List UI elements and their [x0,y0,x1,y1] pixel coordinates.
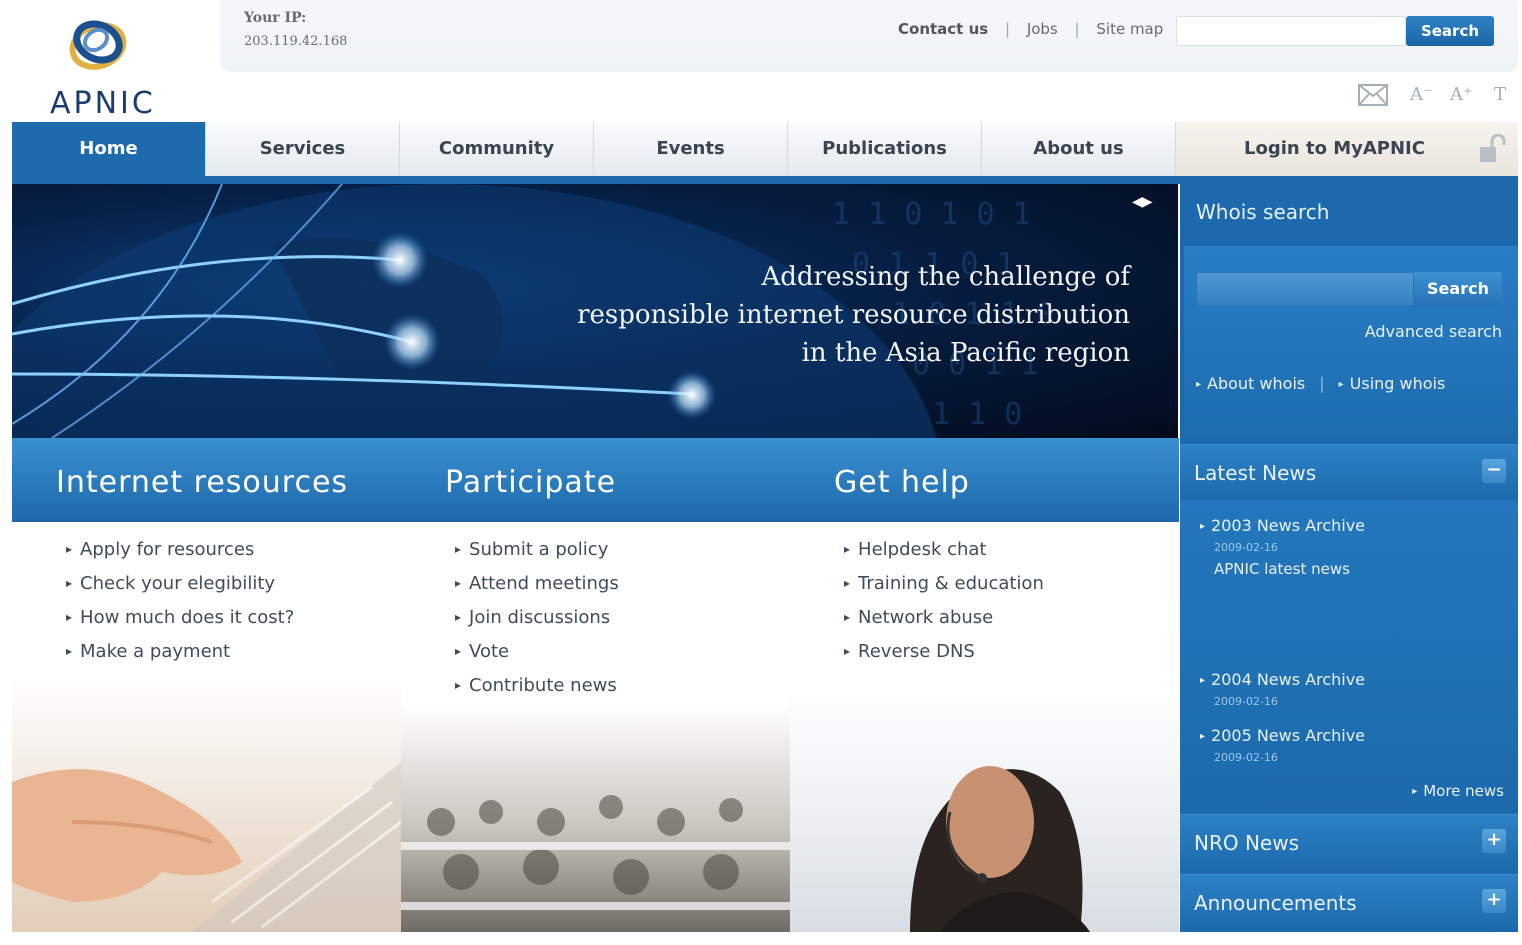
tagline-line-1: Addressing the challenge of [761,262,1130,292]
banner-slider-arrows[interactable]: ◀▶ [1132,194,1153,210]
link-training-education[interactable]: Training & education [844,574,1044,608]
ip-label: Your IP: [244,10,307,26]
link-helpdesk-chat[interactable]: Helpdesk chat [844,540,1044,574]
top-links: Contact us | Jobs | Site map [898,20,1163,38]
increase-font-icon[interactable]: A⁺ [1450,84,1473,105]
news-item-date: 2009-02-16 [1214,751,1278,764]
panel-body: Submit a policy Attend meetings Join dis… [401,522,790,932]
news-item: ▸ 2005 News Archive 2009-02-16 [1200,726,1365,764]
nav-community[interactable]: Community [400,122,594,176]
advanced-search-link[interactable]: Advanced search [1365,322,1502,341]
link-make-payment[interactable]: Make a payment [66,642,294,676]
svg-text:1 1 0 1 0 1: 1 1 0 1 0 1 [832,197,1031,232]
apnic-logo[interactable]: APNIC [44,6,174,121]
link-join-discussions[interactable]: Join discussions [455,608,619,642]
bullet-arrow-icon: ▸ [1412,786,1418,797]
apnic-emblem-icon [69,20,127,70]
internet-resources-panel: Internet resources Apply for resources C… [12,438,401,932]
expand-icon[interactable]: + [1482,889,1506,913]
text-tools: A⁻ A⁺ T [1358,84,1518,108]
about-whois-link[interactable]: About whois [1207,374,1305,393]
news-item-summary[interactable]: APNIC latest news [1214,560,1365,578]
login-myapnic-button[interactable]: Login to MyAPNIC [1176,122,1518,176]
panel-title[interactable]: Internet resources [12,438,401,522]
link-network-abuse[interactable]: Network abuse [844,608,1044,642]
logo-text: APNIC [50,86,156,121]
participate-panel: Participate Submit a policy Attend meeti… [401,438,790,932]
panel-title[interactable]: Get help [790,438,1179,522]
bullet-arrow-icon: ▸ [1338,379,1344,390]
participate-links: Submit a policy Attend meetings Join dis… [455,540,619,710]
text-style-icon[interactable]: T [1494,84,1506,105]
decrease-font-icon[interactable]: A⁻ [1410,84,1433,105]
collapse-icon[interactable]: − [1482,459,1506,483]
news-item-date: 2009-02-16 [1214,695,1278,708]
expand-icon[interactable]: + [1482,829,1506,853]
announcements-header[interactable]: Announcements + [1180,874,1518,930]
internet-resources-links: Apply for resources Check your elegibili… [66,540,294,676]
ip-value: 203.119.42.168 [244,34,348,49]
more-news-label: More news [1423,782,1504,800]
link-cost[interactable]: How much does it cost? [66,608,294,642]
panel-body: Helpdesk chat Training & education Netwo… [790,522,1179,932]
main-navigation: Home Services Community Events Publicati… [12,122,1518,184]
link-attend-meetings[interactable]: Attend meetings [455,574,619,608]
news-item-title[interactable]: 2003 News Archive [1211,516,1365,535]
banner-tagline: Addressing the challenge of responsible … [577,258,1130,372]
get-help-panel: Get help Helpdesk chat Training & educat… [790,438,1179,932]
nav-publications[interactable]: Publications [788,122,982,176]
site-map-link[interactable]: Site map [1096,20,1163,38]
whois-search-button[interactable]: Search [1414,272,1502,306]
bullet-arrow-icon: ▸ [1200,675,1206,686]
site-search-input[interactable] [1176,16,1406,46]
news-item-date: 2009-02-16 [1214,541,1278,554]
panel-body: Apply for resources Check your elegibili… [12,522,401,932]
nro-news-title: NRO News [1194,831,1299,855]
site-search-button[interactable]: Search [1406,16,1494,46]
hero-banner: 1 1 0 1 0 1 0 1 1 0 1 1 0 1 1 0 0 0 1 1 … [12,184,1178,438]
whois-search-box: Search Advanced search ▸ About whois | ▸ Usi… [1184,246,1518,438]
announcements-title: Announcements [1194,891,1357,915]
whois-links: ▸ About whois | ▸ Using whois [1196,374,1445,393]
right-sidebar: Whois search Search Advanced search ▸ Abo… [1180,184,1518,932]
nro-news-header[interactable]: NRO News + [1180,814,1518,870]
news-item-title[interactable]: 2004 News Archive [1211,670,1365,689]
nav-events[interactable]: Events [594,122,788,176]
bullet-arrow-icon: ▸ [1200,521,1206,532]
latest-news-list: ▸ 2003 News Archive 2009-02-16 APNIC late… [1180,500,1518,810]
svg-text:1 1 0: 1 1 0 [932,397,1022,432]
latest-news-header[interactable]: Latest News − [1180,444,1518,500]
link-contribute-news[interactable]: Contribute news [455,676,619,710]
nav-about-us[interactable]: About us [982,122,1176,176]
contact-us-link[interactable]: Contact us [898,20,988,38]
tagline-line-2: responsible internet resource distributi… [577,300,1130,330]
news-item: ▸ 2004 News Archive 2009-02-16 [1200,670,1365,708]
bullet-arrow-icon: ▸ [1200,731,1206,742]
link-separator: | [1004,20,1011,38]
login-label: Login to MyAPNIC [1244,138,1425,159]
link-apply-resources[interactable]: Apply for resources [66,540,294,574]
link-separator: | [1319,374,1325,393]
link-separator: | [1074,20,1080,38]
jobs-link[interactable]: Jobs [1027,20,1058,38]
envelope-icon[interactable] [1358,84,1388,111]
whois-search-input[interactable] [1196,272,1414,306]
nav-home[interactable]: Home [12,122,206,176]
link-check-eligibility[interactable]: Check your elegibility [66,574,294,608]
using-whois-link[interactable]: Using whois [1350,374,1446,393]
bullet-arrow-icon: ▸ [1196,379,1202,390]
tagline-line-3: in the Asia Pacific region [801,338,1130,368]
link-submit-policy[interactable]: Submit a policy [455,540,619,574]
news-item-title[interactable]: 2005 News Archive [1211,726,1365,745]
latest-news-title: Latest News [1194,461,1317,485]
news-item: ▸ 2003 News Archive 2009-02-16 APNIC late… [1200,516,1365,578]
more-news-link[interactable]: ▸ More news [1412,782,1504,800]
get-help-links: Helpdesk chat Training & education Netwo… [844,540,1044,676]
panel-title[interactable]: Participate [401,438,790,522]
link-vote[interactable]: Vote [455,642,619,676]
padlock-icon [1480,134,1506,162]
link-reverse-dns[interactable]: Reverse DNS [844,642,1044,676]
whois-title: Whois search [1196,200,1330,224]
nav-services[interactable]: Services [206,122,400,176]
